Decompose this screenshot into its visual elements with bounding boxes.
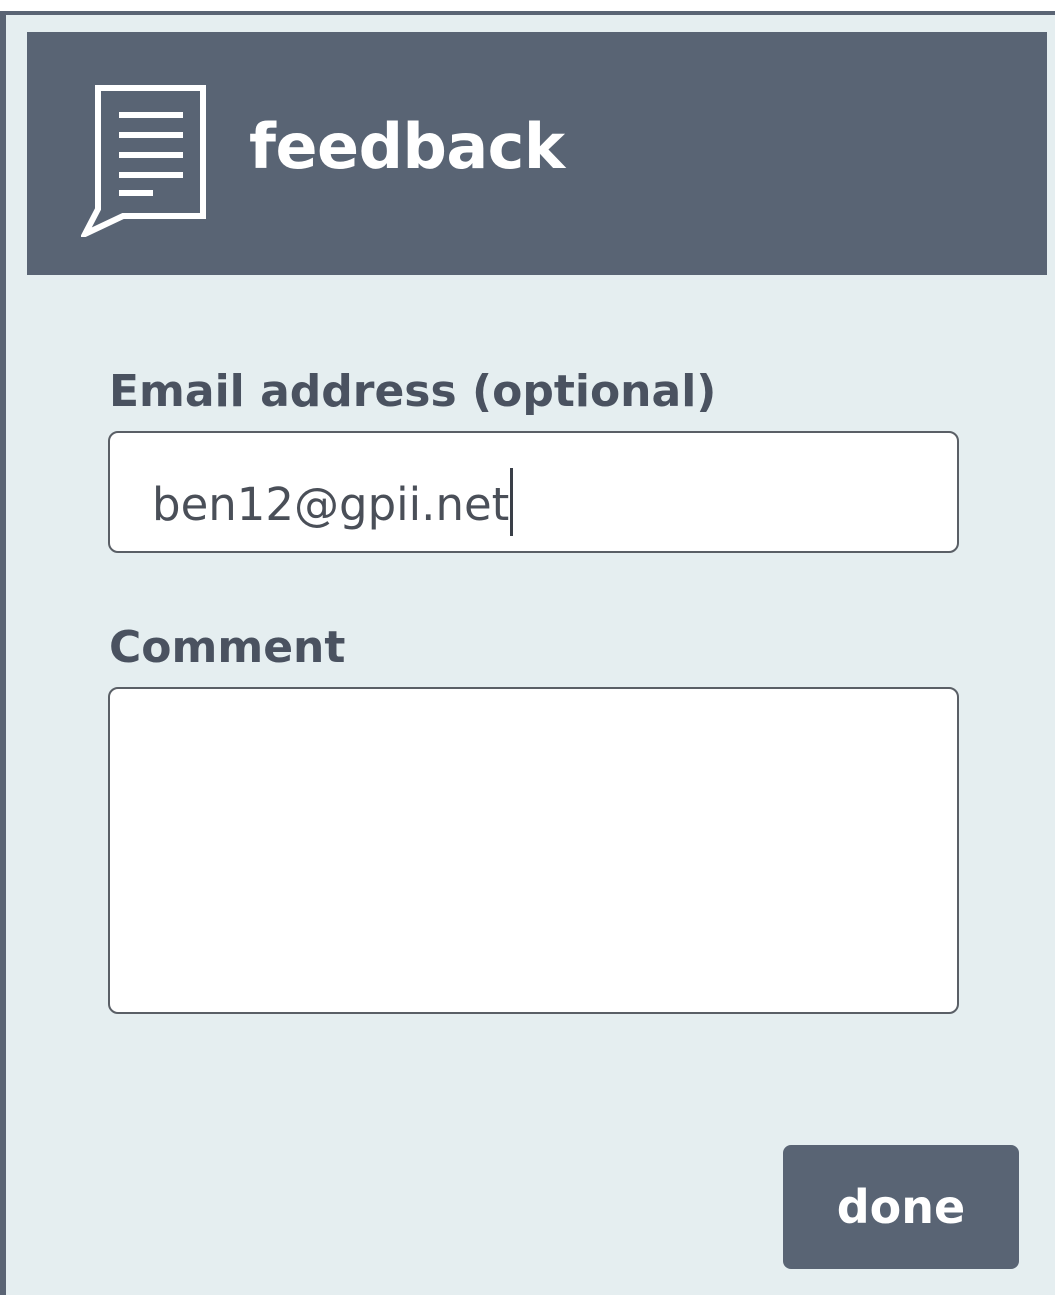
email-field[interactable]: ben12@gpii.net (108, 431, 959, 553)
comment-label: Comment (109, 622, 346, 673)
done-button[interactable]: done (783, 1145, 1019, 1269)
email-value-text: ben12@gpii.net (152, 478, 510, 531)
text-caret (510, 468, 514, 536)
feedback-document-icon (81, 85, 206, 237)
email-field-value: ben12@gpii.net (152, 468, 514, 536)
feedback-header: feedback (27, 32, 1047, 275)
comment-field[interactable] (108, 687, 959, 1014)
email-label: Email address (optional) (109, 366, 717, 417)
page-title: feedback (249, 110, 565, 183)
